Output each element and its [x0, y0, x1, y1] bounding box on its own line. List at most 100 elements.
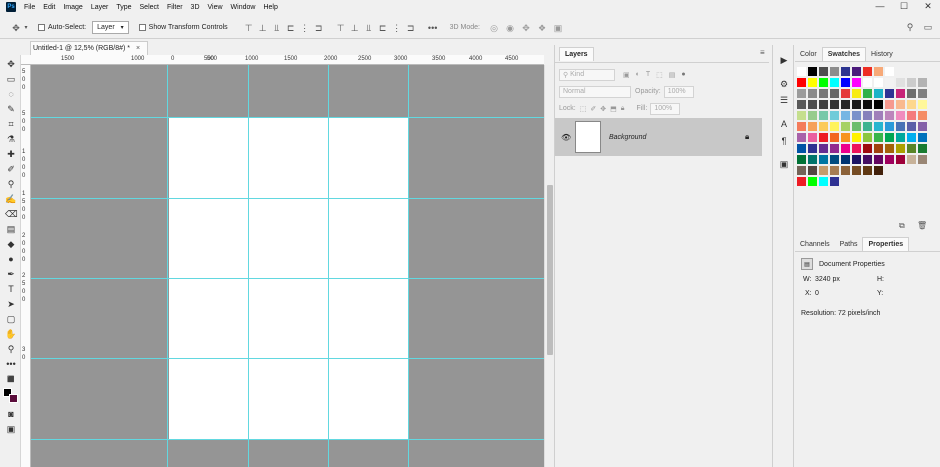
- canvas-area[interactable]: [31, 65, 544, 467]
- guide-horizontal[interactable]: [31, 117, 544, 118]
- color-swatch[interactable]: [863, 111, 872, 120]
- menu-type[interactable]: Type: [116, 4, 131, 11]
- color-swatch[interactable]: [896, 144, 905, 153]
- color-swatch[interactable]: [918, 144, 927, 153]
- color-swatch[interactable]: [852, 166, 861, 175]
- color-swatch[interactable]: [797, 100, 806, 109]
- delete-swatch-icon[interactable]: 🗑︎: [917, 221, 927, 230]
- guide-horizontal[interactable]: [31, 439, 544, 440]
- lock-image-icon[interactable]: ✐: [590, 105, 596, 113]
- 3d-roll-icon[interactable]: ◉: [502, 23, 518, 33]
- color-swatch[interactable]: [885, 67, 894, 76]
- distribute-vcenter-icon[interactable]: ⊥: [348, 23, 362, 33]
- color-swatch[interactable]: [830, 133, 839, 142]
- show-transform-checkbox[interactable]: [138, 24, 146, 31]
- gradient-tool-icon[interactable]: ▤: [5, 224, 17, 234]
- color-swatch[interactable]: [907, 155, 916, 164]
- color-swatch[interactable]: [808, 100, 817, 109]
- distribute-bottom-icon[interactable]: ⫫: [362, 23, 376, 33]
- layer-row-background[interactable]: 👁︎ Background 🔒︎: [555, 118, 762, 156]
- color-swatch[interactable]: [863, 144, 872, 153]
- move-tool-icon[interactable]: ✥: [10, 23, 22, 33]
- color-swatch[interactable]: [841, 155, 850, 164]
- color-swatch[interactable]: [797, 155, 806, 164]
- color-swatch[interactable]: [841, 144, 850, 153]
- marquee-tool-icon[interactable]: ▭: [5, 74, 17, 84]
- shape-tool-icon[interactable]: ▢: [5, 314, 17, 324]
- color-swatch[interactable]: [874, 133, 883, 142]
- color-swatch[interactable]: [830, 111, 839, 120]
- color-swatch[interactable]: [896, 89, 905, 98]
- color-swatch[interactable]: [797, 177, 806, 186]
- color-swatch[interactable]: [874, 100, 883, 109]
- brush-tool-icon[interactable]: ✐: [5, 164, 17, 174]
- color-swatch[interactable]: [863, 133, 872, 142]
- color-swatch[interactable]: [841, 111, 850, 120]
- color-swatch[interactable]: [918, 78, 927, 87]
- screen-mode-icon[interactable]: ▣: [5, 424, 17, 434]
- align-top-icon[interactable]: ⊤: [242, 23, 256, 33]
- default-colors-icon[interactable]: ⬛: [5, 375, 17, 385]
- color-swatch[interactable]: [907, 122, 916, 131]
- color-swatch[interactable]: [907, 144, 916, 153]
- color-swatch[interactable]: [808, 89, 817, 98]
- guide-horizontal[interactable]: [31, 278, 544, 279]
- color-swatch[interactable]: [907, 100, 916, 109]
- color-swatch[interactable]: [819, 133, 828, 142]
- align-left-icon[interactable]: ⊏: [284, 23, 298, 33]
- color-swatch[interactable]: [841, 78, 850, 87]
- document-canvas[interactable]: [169, 118, 409, 440]
- zoom-tool-icon[interactable]: ⚲: [5, 344, 17, 354]
- menu-3d[interactable]: 3D: [191, 4, 200, 11]
- color-swatch[interactable]: [819, 89, 828, 98]
- eraser-tool-icon[interactable]: ⌫: [5, 209, 18, 219]
- color-swatch[interactable]: [819, 111, 828, 120]
- color-swatch[interactable]: [797, 89, 806, 98]
- color-swatch[interactable]: [896, 122, 905, 131]
- color-swatch[interactable]: [808, 155, 817, 164]
- color-swatch[interactable]: [885, 78, 894, 87]
- align-right-icon[interactable]: ⊐: [312, 23, 326, 33]
- hand-tool-icon[interactable]: ✋: [5, 329, 17, 339]
- opacity-field[interactable]: 100%: [663, 85, 694, 98]
- lock-transparent-icon[interactable]: ⬚: [580, 105, 587, 113]
- properties-sliders-icon[interactable]: ☰: [778, 95, 790, 106]
- color-swatch[interactable]: [797, 67, 806, 76]
- tab-swatches[interactable]: Swatches: [821, 47, 867, 61]
- color-swatch[interactable]: [830, 177, 839, 186]
- color-swatch[interactable]: [830, 166, 839, 175]
- color-swatch[interactable]: [918, 100, 927, 109]
- color-swatch[interactable]: [863, 122, 872, 131]
- color-swatch[interactable]: [797, 111, 806, 120]
- color-swatch[interactable]: [863, 100, 872, 109]
- color-swatch[interactable]: [874, 89, 883, 98]
- type-tool-icon[interactable]: T: [5, 284, 17, 294]
- filter-pixel-icon[interactable]: ▣: [623, 71, 630, 79]
- canvas-scrollbar[interactable]: [544, 65, 554, 467]
- align-hcenter-icon[interactable]: ⋮: [298, 23, 312, 33]
- color-swatch[interactable]: [874, 166, 883, 175]
- color-swatch[interactable]: [874, 67, 883, 76]
- panel-menu-icon[interactable]: ≡: [760, 48, 765, 57]
- quick-mask-icon[interactable]: ◙: [5, 409, 17, 419]
- new-swatch-icon[interactable]: ⧉: [899, 221, 905, 231]
- lock-artboard-icon[interactable]: ⬒: [610, 105, 617, 113]
- tab-properties[interactable]: Properties: [862, 237, 910, 251]
- color-swatch[interactable]: [841, 122, 850, 131]
- color-swatch[interactable]: [841, 67, 850, 76]
- color-swatch[interactable]: [797, 144, 806, 153]
- 3d-scale-icon[interactable]: ▣: [550, 23, 566, 33]
- close-tab-icon[interactable]: ×: [136, 45, 140, 52]
- color-swatch[interactable]: [907, 78, 916, 87]
- color-swatch[interactable]: [896, 133, 905, 142]
- color-swatch[interactable]: [874, 122, 883, 131]
- menu-file[interactable]: File: [24, 4, 35, 11]
- color-swatch[interactable]: [885, 155, 894, 164]
- close-window-button[interactable]: ✕: [916, 0, 940, 14]
- color-swatch[interactable]: [863, 166, 872, 175]
- color-swatch[interactable]: [830, 122, 839, 131]
- tab-channels[interactable]: Channels: [795, 238, 835, 251]
- play-action-icon[interactable]: ▶: [778, 55, 790, 66]
- color-swatch[interactable]: [797, 133, 806, 142]
- color-swatch[interactable]: [852, 144, 861, 153]
